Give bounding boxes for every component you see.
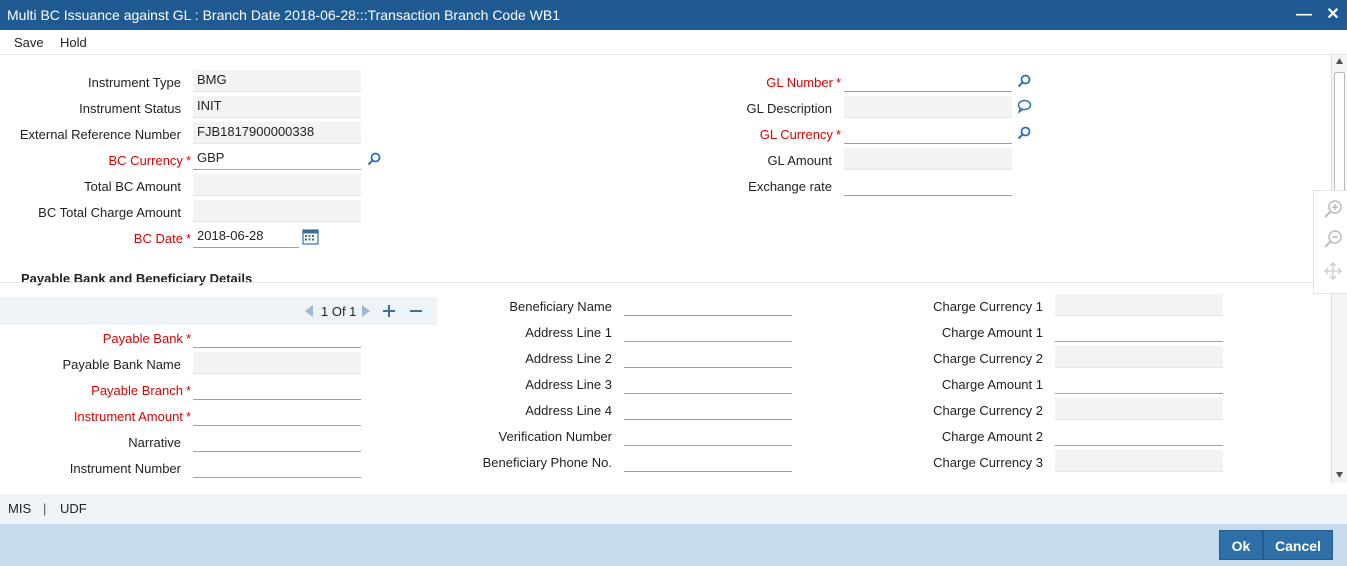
exchange-rate-field[interactable] (844, 174, 1012, 196)
ok-button[interactable]: Ok (1219, 530, 1263, 560)
external-reference-label: External Reference Number (19, 127, 181, 142)
total-bc-amount-label: Total BC Amount (84, 179, 181, 194)
udf-link[interactable]: UDF (60, 501, 87, 516)
exchange-rate-label: Exchange rate (748, 179, 832, 194)
verification-number-field[interactable] (624, 424, 792, 446)
instrument-number-label: Instrument Number (69, 461, 181, 476)
instrument-status-field: INIT (193, 96, 361, 118)
address-line-1-label: Address Line 1 (525, 325, 612, 340)
gl-amount-label: GL Amount (767, 153, 832, 168)
payable-bank-name-label: Payable Bank Name (62, 357, 181, 372)
address-line-2-field[interactable] (624, 346, 792, 368)
mis-link[interactable]: MIS (8, 501, 31, 516)
beneficiary-phone-label: Beneficiary Phone No. (482, 455, 612, 470)
charge-label: Charge Currency 3 (933, 455, 1043, 470)
beneficiary-name-field[interactable] (624, 294, 792, 316)
payable-branch-field[interactable] (193, 378, 361, 400)
save-button[interactable]: Save (14, 35, 44, 50)
address-line-4-field[interactable] (624, 398, 792, 420)
minimize-icon[interactable]: — (1294, 5, 1314, 25)
charge-label: Charge Amount 1 (941, 325, 1043, 340)
hold-button[interactable]: Hold (60, 35, 87, 50)
external-reference-field: FJB1817900000338 (193, 122, 361, 144)
charge-field[interactable] (1055, 372, 1223, 394)
gl-amount-field (844, 148, 1012, 170)
gl-currency-field[interactable] (844, 122, 1012, 144)
zoom-out-icon[interactable] (1323, 229, 1343, 249)
charge-field (1055, 346, 1223, 368)
section-divider (0, 282, 1331, 283)
next-icon[interactable] (360, 303, 372, 319)
zoom-controls (1313, 190, 1347, 294)
footer-links: MIS | UDF (0, 494, 1347, 524)
payable-bank-label: Payable Bank * (102, 331, 191, 346)
scroll-up-icon[interactable] (1335, 57, 1344, 66)
instrument-amount-field[interactable] (193, 404, 361, 426)
charge-label: Charge Amount 2 (941, 429, 1043, 444)
verification-number-label: Verification Number (498, 429, 612, 444)
charge-label: Charge Currency 1 (933, 299, 1043, 314)
bc-total-charge-label: BC Total Charge Amount (38, 205, 181, 220)
window-titlebar: Multi BC Issuance against GL : Branch Da… (0, 0, 1347, 30)
payable-bank-name-field (193, 352, 361, 374)
address-line-3-field[interactable] (624, 372, 792, 394)
charge-field (1055, 450, 1223, 472)
action-bar: Ok Cancel (0, 524, 1347, 566)
scroll-down-icon[interactable] (1335, 470, 1344, 479)
comment-icon[interactable] (1016, 98, 1032, 114)
add-row-icon[interactable] (381, 303, 397, 319)
search-icon[interactable] (366, 151, 382, 167)
cancel-button[interactable]: Cancel (1263, 530, 1333, 560)
search-icon[interactable] (1016, 73, 1032, 89)
instrument-status-label: Instrument Status (79, 101, 181, 116)
gl-currency-label: GL Currency * (759, 127, 841, 142)
window-title: Multi BC Issuance against GL : Branch Da… (7, 7, 561, 23)
toolbar: Save Hold (0, 30, 1347, 55)
instrument-type-label: Instrument Type (88, 75, 181, 90)
bc-currency-label: BC Currency * (108, 153, 191, 168)
close-icon[interactable]: ✕ (1323, 5, 1343, 25)
charge-field (1055, 294, 1223, 316)
section-title: Payable Bank and Beneficiary Details (21, 271, 253, 286)
pager-bar: 1 Of 1 (0, 297, 437, 325)
zoom-in-icon[interactable] (1323, 199, 1343, 219)
payable-bank-field[interactable] (193, 326, 361, 348)
charge-field[interactable] (1055, 320, 1223, 342)
instrument-type-field: BMG (193, 70, 361, 92)
move-icon[interactable] (1323, 261, 1343, 281)
bc-date-field[interactable]: 2018-06-28 (193, 226, 299, 248)
form-content: Instrument Type BMG Instrument Status IN… (0, 55, 1331, 483)
address-line-2-label: Address Line 2 (525, 351, 612, 366)
gl-description-field (844, 96, 1012, 118)
pager-text: 1 Of 1 (321, 304, 357, 319)
calendar-icon[interactable] (302, 228, 319, 245)
instrument-number-field[interactable] (193, 456, 361, 478)
instrument-amount-label: Instrument Amount * (73, 409, 191, 424)
bc-total-charge-field (193, 200, 361, 222)
payable-branch-label: Payable Branch * (91, 383, 191, 398)
previous-icon[interactable] (303, 303, 315, 319)
gl-number-label: GL Number * (766, 75, 841, 90)
narrative-field[interactable] (193, 430, 361, 452)
address-line-4-label: Address Line 4 (525, 403, 612, 418)
address-line-1-field[interactable] (624, 320, 792, 342)
address-line-3-label: Address Line 3 (525, 377, 612, 392)
delete-row-icon[interactable] (408, 303, 424, 319)
charge-field (1055, 398, 1223, 420)
charge-label: Charge Currency 2 (933, 351, 1043, 366)
charge-field[interactable] (1055, 424, 1223, 446)
bc-date-label: BC Date * (133, 231, 191, 246)
bc-currency-field[interactable]: GBP (193, 148, 361, 170)
beneficiary-name-label: Beneficiary Name (509, 299, 612, 314)
beneficiary-phone-field[interactable] (624, 450, 792, 472)
search-icon[interactable] (1016, 125, 1032, 141)
total-bc-amount-field (193, 174, 361, 196)
gl-description-label: GL Description (746, 101, 833, 116)
charge-label: Charge Amount 1 (941, 377, 1043, 392)
footer-separator: | (43, 501, 47, 516)
narrative-label: Narrative (128, 435, 181, 450)
gl-number-field[interactable] (844, 70, 1012, 92)
charge-label: Charge Currency 2 (933, 403, 1043, 418)
